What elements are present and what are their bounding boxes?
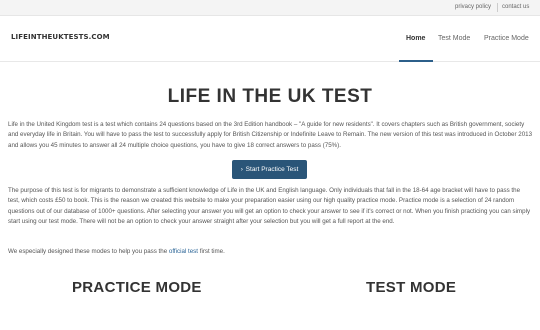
main-navbar: LIFEINTHEUKTESTS.COM Home Test Mode Prac… [0,16,540,62]
chevron-right-icon: › [240,166,243,173]
start-practice-test-button[interactable]: › Start Practice Test [232,160,307,179]
official-test-link[interactable]: official test [169,248,198,255]
nav-practice-mode[interactable]: Practice Mode [484,35,529,42]
nav-home[interactable]: Home [406,35,425,42]
test-mode-heading: TEST MODE [366,279,457,296]
designed-paragraph: We especially designed these modes to he… [8,247,533,257]
privacy-policy-link[interactable]: privacy policy [455,4,491,10]
site-logo[interactable]: LIFEINTHEUKTESTS.COM [11,33,110,41]
contact-us-link[interactable]: contact us [502,4,529,10]
page-title: LIFE IN THE UK TEST [167,86,373,107]
practice-mode-heading: PRACTICE MODE [72,279,202,296]
active-nav-indicator [399,60,433,62]
designed-suffix: first time. [198,248,225,255]
purpose-paragraph: The purpose of this test is for migrants… [8,187,531,225]
start-practice-test-label: Start Practice Test [245,166,299,173]
topbar-divider [497,3,498,12]
intro-paragraph: Life in the United Kingdom test is a tes… [8,121,533,149]
nav-test-mode[interactable]: Test Mode [438,35,470,42]
designed-prefix: We especially designed these modes to he… [8,248,169,255]
top-utility-bar: privacy policy contact us [0,0,540,16]
